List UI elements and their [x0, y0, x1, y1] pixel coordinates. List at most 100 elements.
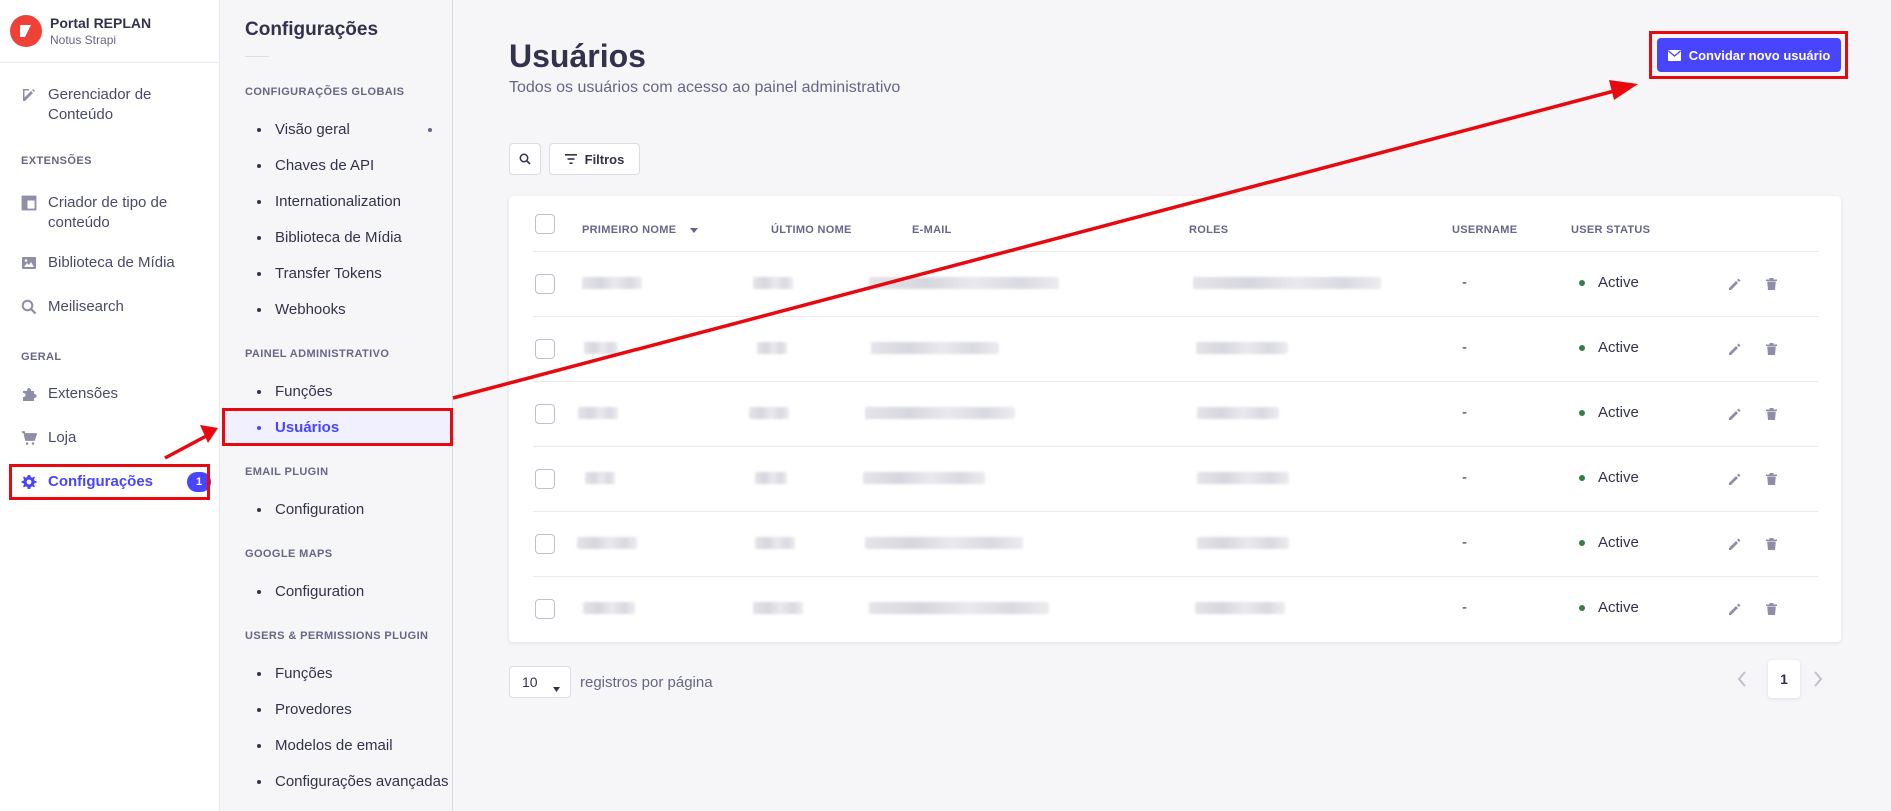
invite-user-label: Convidar novo usuário [1688, 47, 1831, 63]
filters-button[interactable]: Filtros [549, 143, 640, 175]
row-checkbox[interactable] [535, 274, 555, 294]
subnav-item-overview[interactable]: Visão geral [257, 121, 350, 138]
chevron-right-icon[interactable] [1812, 669, 1824, 694]
trash-icon[interactable] [1763, 406, 1779, 422]
nav-plugins[interactable]: Extensões [20, 384, 118, 404]
subnav-item-advanced-settings[interactable]: Configurações avançadas [257, 773, 448, 790]
search-button[interactable] [509, 143, 541, 175]
nav-meilisearch[interactable]: Meilisearch [20, 297, 124, 317]
image-icon [20, 254, 38, 272]
brand-header: Portal REPLAN Notus Strapi [0, 0, 219, 63]
table-row[interactable]: - Active [533, 381, 1818, 446]
table-row[interactable]: - Active [533, 446, 1818, 511]
table-row[interactable]: - Active [533, 511, 1818, 576]
edit-icon[interactable] [1727, 601, 1743, 617]
trash-icon[interactable] [1763, 341, 1779, 357]
subnav-item-up-roles[interactable]: Funções [257, 665, 333, 682]
nav-settings-label: Configurações [48, 473, 154, 490]
chevron-down-icon [553, 679, 560, 695]
table-row[interactable]: - Active [533, 576, 1818, 641]
subnav-item-label: Configuration [275, 583, 365, 600]
nav-media-library[interactable]: Biblioteca de Mídia [20, 253, 175, 273]
nav-marketplace[interactable]: Loja [20, 428, 76, 448]
nav-content-manager[interactable]: Gerenciador de Conteúdo [20, 85, 168, 125]
redacted-email [871, 342, 999, 354]
table-row[interactable]: - Active [533, 251, 1818, 316]
bullet-icon [257, 779, 261, 784]
subnav-item-email-templates[interactable]: Modelos de email [257, 737, 393, 754]
bullet-icon [257, 707, 261, 712]
subnav-item-users[interactable]: Usuários [257, 419, 339, 436]
username-cell: - [1462, 469, 1467, 486]
invite-user-button[interactable]: Convidar novo usuário [1657, 38, 1841, 72]
settings-subnav: Configurações CONFIGURAÇÕES GLOBAIS Visã… [221, 0, 453, 811]
redacted-lastname [757, 342, 787, 354]
row-checkbox[interactable] [535, 599, 555, 619]
subnav-item-transfer-tokens[interactable]: Transfer Tokens [257, 265, 382, 282]
column-header-email[interactable]: E-MAIL [912, 224, 952, 236]
page-title: Usuários [509, 38, 646, 74]
redacted-lastname [753, 277, 793, 289]
column-header-firstname[interactable]: PRIMEIRO NOME [582, 224, 698, 236]
trash-icon[interactable] [1763, 601, 1779, 617]
row-checkbox[interactable] [535, 534, 555, 554]
column-header-user-status: USER STATUS [1571, 224, 1651, 236]
app-logo [10, 15, 42, 47]
subnav-item-label: Configuration [275, 501, 365, 518]
redacted-roles [1197, 472, 1289, 484]
nav-settings[interactable]: Configurações 1 [20, 472, 212, 492]
brand-subtitle: Notus Strapi [50, 33, 117, 47]
main-content: Usuários Todos os usuários com acesso ao… [454, 0, 1891, 811]
row-checkbox[interactable] [535, 469, 555, 489]
per-page-select[interactable]: 10 [509, 666, 571, 698]
pencil-icon [20, 86, 38, 104]
username-cell: - [1462, 404, 1467, 421]
subnav-item-internationalization[interactable]: Internationalization [257, 193, 401, 210]
subnav-divider [245, 56, 269, 57]
subnav-item-media-library[interactable]: Biblioteca de Mídia [257, 229, 402, 246]
status-badge: Active [1579, 534, 1639, 551]
subnav-section-maps: GOOGLE MAPS [245, 548, 333, 560]
status-badge: Active [1579, 404, 1639, 421]
nav-media-library-label: Biblioteca de Mídia [48, 254, 175, 271]
subnav-item-roles[interactable]: Funções [257, 383, 333, 400]
nav-content-type-builder[interactable]: Criador de tipo de conteúdo [20, 193, 178, 233]
redacted-firstname [585, 472, 615, 484]
nav-content-type-builder-label: Criador de tipo de conteúdo [48, 194, 168, 231]
trash-icon[interactable] [1763, 471, 1779, 487]
cart-icon [20, 429, 38, 447]
edit-icon[interactable] [1727, 406, 1743, 422]
column-header-username[interactable]: USERNAME [1452, 224, 1517, 236]
column-header-lastname[interactable]: ÚLTIMO NOME [771, 224, 852, 236]
bullet-icon [257, 271, 261, 276]
envelope-icon [1667, 49, 1681, 61]
column-header-label: PRIMEIRO NOME [582, 224, 677, 236]
subnav-item-maps-config[interactable]: Configuration [257, 583, 364, 600]
edit-icon[interactable] [1727, 536, 1743, 552]
nav-content-manager-label: Gerenciador de Conteúdo [48, 86, 152, 123]
subnav-section-email: EMAIL PLUGIN [245, 466, 329, 478]
chevron-left-icon[interactable] [1736, 669, 1748, 694]
subnav-item-label: Internationalization [275, 193, 401, 210]
trash-icon[interactable] [1763, 276, 1779, 292]
subnav-item-webhooks[interactable]: Webhooks [257, 301, 346, 318]
row-checkbox[interactable] [535, 339, 555, 359]
redacted-lastname [753, 602, 803, 614]
redacted-roles [1193, 277, 1381, 289]
row-checkbox[interactable] [535, 404, 555, 424]
main-navigation: Portal REPLAN Notus Strapi Gerenciador d… [0, 0, 220, 811]
bullet-icon [257, 389, 261, 394]
trash-icon[interactable] [1763, 536, 1779, 552]
search-icon [519, 153, 531, 165]
status-badge: Active [1579, 274, 1639, 291]
edit-icon[interactable] [1727, 276, 1743, 292]
edit-icon[interactable] [1727, 471, 1743, 487]
table-row[interactable]: - Active [533, 316, 1818, 381]
redacted-roles [1196, 342, 1288, 354]
subnav-item-email-config[interactable]: Configuration [257, 501, 364, 518]
edit-icon[interactable] [1727, 341, 1743, 357]
subnav-item-providers[interactable]: Provedores [257, 701, 352, 718]
page-button-current[interactable]: 1 [1768, 660, 1800, 698]
select-all-checkbox[interactable] [535, 214, 555, 234]
subnav-item-api-tokens[interactable]: Chaves de API [257, 157, 374, 174]
